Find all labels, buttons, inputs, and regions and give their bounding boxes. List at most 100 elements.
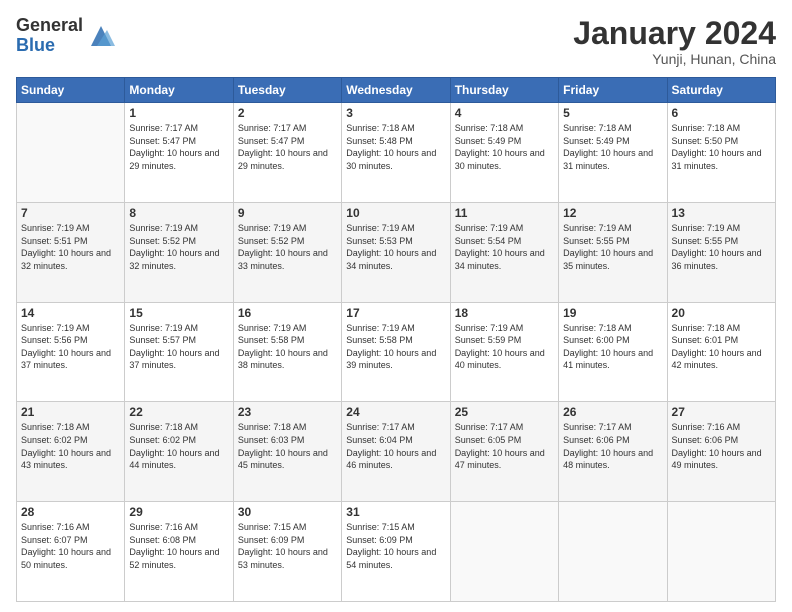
table-row: 22 Sunrise: 7:18 AMSunset: 6:02 PMDayligh… (125, 402, 233, 502)
col-wednesday: Wednesday (342, 78, 450, 103)
logo: General Blue (16, 16, 115, 56)
day-number: 6 (672, 106, 771, 120)
table-row: 11 Sunrise: 7:19 AMSunset: 5:54 PMDayligh… (450, 202, 558, 302)
title-block: January 2024 Yunji, Hunan, China (573, 16, 776, 67)
table-row: 29 Sunrise: 7:16 AMSunset: 6:08 PMDayligh… (125, 502, 233, 602)
day-number: 9 (238, 206, 337, 220)
day-number: 30 (238, 505, 337, 519)
table-row: 18Sunrise: 7:19 AMSunset: 5:59 PMDayligh… (450, 302, 558, 402)
day-number: 11 (455, 206, 554, 220)
day-info: Sunrise: 7:19 AMSunset: 5:53 PMDaylight:… (346, 222, 445, 272)
table-row: 19 Sunrise: 7:18 AMSunset: 6:00 PMDayligh… (559, 302, 667, 402)
day-info: Sunrise: 7:18 AMSunset: 6:02 PMDaylight:… (21, 421, 120, 471)
table-row: 23 Sunrise: 7:18 AMSunset: 6:03 PMDayligh… (233, 402, 341, 502)
day-info: Sunrise: 7:18 AMSunset: 5:49 PMDaylight:… (455, 122, 554, 172)
day-info: Sunrise: 7:18 AMSunset: 6:01 PMDaylight:… (672, 322, 771, 372)
table-row: 12 Sunrise: 7:19 AMSunset: 5:55 PMDayligh… (559, 202, 667, 302)
day-info: Sunrise: 7:17 AMSunset: 6:04 PMDaylight:… (346, 421, 445, 471)
day-number: 7 (21, 206, 120, 220)
day-info: Sunrise: 7:18 AMSunset: 6:03 PMDaylight:… (238, 421, 337, 471)
day-info: Sunrise: 7:19 AMSunset: 5:54 PMDaylight:… (455, 222, 554, 272)
table-row: 6 Sunrise: 7:18 AMSunset: 5:50 PMDaylight… (667, 103, 775, 203)
day-info: Sunrise: 7:19 AMSunset: 5:56 PMDaylight:… (21, 322, 120, 372)
table-row: 13 Sunrise: 7:19 AMSunset: 5:55 PMDayligh… (667, 202, 775, 302)
table-row: 15 Sunrise: 7:19 AMSunset: 5:57 PMDayligh… (125, 302, 233, 402)
table-row: 27 Sunrise: 7:16 AMSunset: 6:06 PMDayligh… (667, 402, 775, 502)
table-row: 3 Sunrise: 7:18 AMSunset: 5:48 PMDaylight… (342, 103, 450, 203)
calendar-table: Sunday Monday Tuesday Wednesday Thursday… (16, 77, 776, 602)
day-number: 5 (563, 106, 662, 120)
day-info: Sunrise: 7:18 AMSunset: 5:49 PMDaylight:… (563, 122, 662, 172)
col-sunday: Sunday (17, 78, 125, 103)
table-row: 9 Sunrise: 7:19 AMSunset: 5:52 PMDaylight… (233, 202, 341, 302)
day-number: 27 (672, 405, 771, 419)
day-number: 1 (129, 106, 228, 120)
table-row: 1 Sunrise: 7:17 AMSunset: 5:47 PMDaylight… (125, 103, 233, 203)
day-info: Sunrise: 7:16 AMSunset: 6:08 PMDaylight:… (129, 521, 228, 571)
day-number: 12 (563, 206, 662, 220)
page-container: General Blue January 2024 Yunji, Hunan, … (0, 0, 792, 612)
day-info: Sunrise: 7:19 AMSunset: 5:58 PMDaylight:… (238, 322, 337, 372)
day-number: 4 (455, 106, 554, 120)
header: General Blue January 2024 Yunji, Hunan, … (16, 16, 776, 67)
day-number: 25 (455, 405, 554, 419)
day-info: Sunrise: 7:19 AMSunset: 5:55 PMDaylight:… (672, 222, 771, 272)
day-number: 14 (21, 306, 120, 320)
table-row: 20 Sunrise: 7:18 AMSunset: 6:01 PMDayligh… (667, 302, 775, 402)
day-number: 24 (346, 405, 445, 419)
col-saturday: Saturday (667, 78, 775, 103)
day-number: 19 (563, 306, 662, 320)
logo-general: General (16, 16, 83, 36)
day-number: 2 (238, 106, 337, 120)
day-info: Sunrise: 7:19 AMSunset: 5:55 PMDaylight:… (563, 222, 662, 272)
day-number: 22 (129, 405, 228, 419)
day-info: Sunrise: 7:19 AMSunset: 5:52 PMDaylight:… (238, 222, 337, 272)
day-info: Sunrise: 7:18 AMSunset: 5:50 PMDaylight:… (672, 122, 771, 172)
day-info: Sunrise: 7:17 AMSunset: 5:47 PMDaylight:… (238, 122, 337, 172)
table-row: 25 Sunrise: 7:17 AMSunset: 6:05 PMDayligh… (450, 402, 558, 502)
day-info: Sunrise: 7:19 AMSunset: 5:58 PMDaylight:… (346, 322, 445, 372)
day-number: 17 (346, 306, 445, 320)
day-number: 3 (346, 106, 445, 120)
location: Yunji, Hunan, China (573, 51, 776, 67)
day-info: Sunrise: 7:16 AMSunset: 6:07 PMDaylight:… (21, 521, 120, 571)
calendar-week-row: 14 Sunrise: 7:19 AMSunset: 5:56 PMDayligh… (17, 302, 776, 402)
day-number: 16 (238, 306, 337, 320)
day-number: 26 (563, 405, 662, 419)
day-info: Sunrise: 7:18 AMSunset: 6:00 PMDaylight:… (563, 322, 662, 372)
day-info: Sunrise: 7:18 AMSunset: 5:48 PMDaylight:… (346, 122, 445, 172)
table-row: 8 Sunrise: 7:19 AMSunset: 5:52 PMDaylight… (125, 202, 233, 302)
table-row: 10Sunrise: 7:19 AMSunset: 5:53 PMDayligh… (342, 202, 450, 302)
calendar-header-row: Sunday Monday Tuesday Wednesday Thursday… (17, 78, 776, 103)
day-number: 15 (129, 306, 228, 320)
day-info: Sunrise: 7:15 AMSunset: 6:09 PMDaylight:… (346, 521, 445, 571)
calendar-week-row: 21 Sunrise: 7:18 AMSunset: 6:02 PMDayligh… (17, 402, 776, 502)
table-row: 24 Sunrise: 7:17 AMSunset: 6:04 PMDayligh… (342, 402, 450, 502)
day-number: 29 (129, 505, 228, 519)
day-number: 21 (21, 405, 120, 419)
day-number: 8 (129, 206, 228, 220)
day-info: Sunrise: 7:17 AMSunset: 5:47 PMDaylight:… (129, 122, 228, 172)
table-row (450, 502, 558, 602)
table-row: 21 Sunrise: 7:18 AMSunset: 6:02 PMDayligh… (17, 402, 125, 502)
day-info: Sunrise: 7:15 AMSunset: 6:09 PMDaylight:… (238, 521, 337, 571)
calendar-week-row: 1 Sunrise: 7:17 AMSunset: 5:47 PMDaylight… (17, 103, 776, 203)
table-row (17, 103, 125, 203)
day-info: Sunrise: 7:16 AMSunset: 6:06 PMDaylight:… (672, 421, 771, 471)
day-number: 20 (672, 306, 771, 320)
day-number: 28 (21, 505, 120, 519)
day-info: Sunrise: 7:19 AMSunset: 5:51 PMDaylight:… (21, 222, 120, 272)
day-info: Sunrise: 7:17 AMSunset: 6:06 PMDaylight:… (563, 421, 662, 471)
col-friday: Friday (559, 78, 667, 103)
day-number: 23 (238, 405, 337, 419)
table-row: 5 Sunrise: 7:18 AMSunset: 5:49 PMDaylight… (559, 103, 667, 203)
day-number: 13 (672, 206, 771, 220)
day-info: Sunrise: 7:18 AMSunset: 6:02 PMDaylight:… (129, 421, 228, 471)
day-number: 31 (346, 505, 445, 519)
calendar-week-row: 28 Sunrise: 7:16 AMSunset: 6:07 PMDayligh… (17, 502, 776, 602)
day-info: Sunrise: 7:17 AMSunset: 6:05 PMDaylight:… (455, 421, 554, 471)
day-info: Sunrise: 7:19 AMSunset: 5:57 PMDaylight:… (129, 322, 228, 372)
table-row: 28 Sunrise: 7:16 AMSunset: 6:07 PMDayligh… (17, 502, 125, 602)
col-tuesday: Tuesday (233, 78, 341, 103)
day-info: Sunrise: 7:19 AMSunset: 5:52 PMDaylight:… (129, 222, 228, 272)
